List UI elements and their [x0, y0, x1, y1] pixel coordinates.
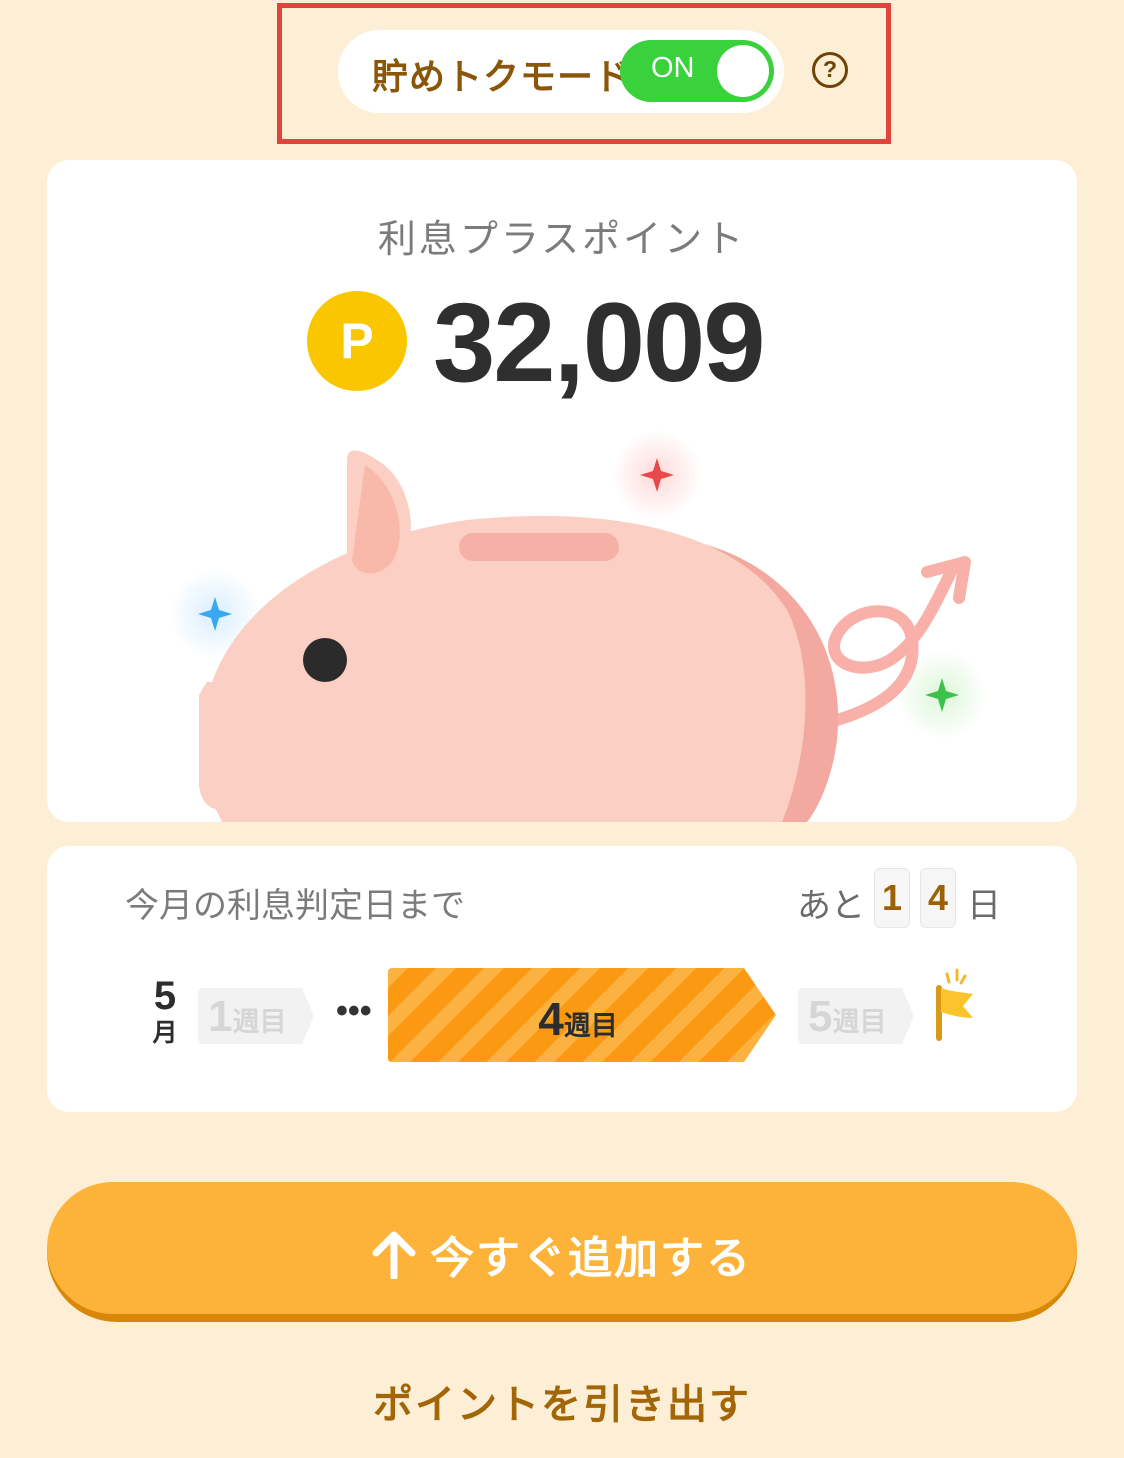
month-number: 5: [153, 974, 177, 1018]
week-past: 1週目: [198, 988, 316, 1044]
countdown-digit: 4: [920, 868, 956, 928]
countdown-label: 今月の利息判定日まで: [125, 886, 465, 926]
week-unit: 週目: [563, 1011, 618, 1042]
week-unit: 週目: [832, 1007, 887, 1038]
week-ellipsis: •••: [336, 992, 372, 1030]
add-button-content: 今すぐ追加する: [47, 1222, 1077, 1286]
week-future: 5週目: [798, 988, 916, 1044]
mode-label: 貯めトクモード: [372, 57, 632, 98]
countdown-card: 今月の利息判定日まで あと 1 4 日 5 月 1週目 ••• 4週目 5週目: [47, 846, 1077, 1112]
goal-flag-icon: [936, 968, 973, 1041]
points-title: 利息プラスポイント: [377, 217, 747, 261]
mode-toggle[interactable]: ON: [620, 40, 774, 102]
toggle-knob: [717, 45, 769, 97]
add-now-button[interactable]: 今すぐ追加する: [47, 1182, 1077, 1322]
countdown-digit: 1: [874, 868, 910, 928]
sparkle-icon: [612, 430, 702, 520]
withdraw-points-link[interactable]: ポイントを引き出す: [0, 1372, 1124, 1430]
arrow-up-icon: [372, 1231, 416, 1279]
points-value: 32,009: [433, 280, 766, 405]
week-number: 1: [208, 992, 233, 1041]
help-icon[interactable]: ?: [812, 52, 848, 88]
toggle-state-text: ON: [651, 52, 695, 84]
week-number: 5: [808, 992, 833, 1041]
week-unit: 週目: [232, 1007, 287, 1038]
month-unit: 月: [152, 1018, 178, 1047]
point-coin-icon: P: [307, 291, 407, 391]
add-button-label: 今すぐ追加する: [430, 1233, 752, 1284]
month-label: 5 月: [147, 976, 183, 1050]
week-current: 4週目: [388, 968, 778, 1062]
countdown-suffix: 日: [967, 886, 1001, 926]
add-button-face: 今すぐ追加する: [47, 1182, 1077, 1314]
week-number: 4: [538, 993, 564, 1045]
countdown-prefix: あと: [797, 886, 865, 926]
points-card: 利息プラスポイント P 32,009: [47, 160, 1077, 822]
